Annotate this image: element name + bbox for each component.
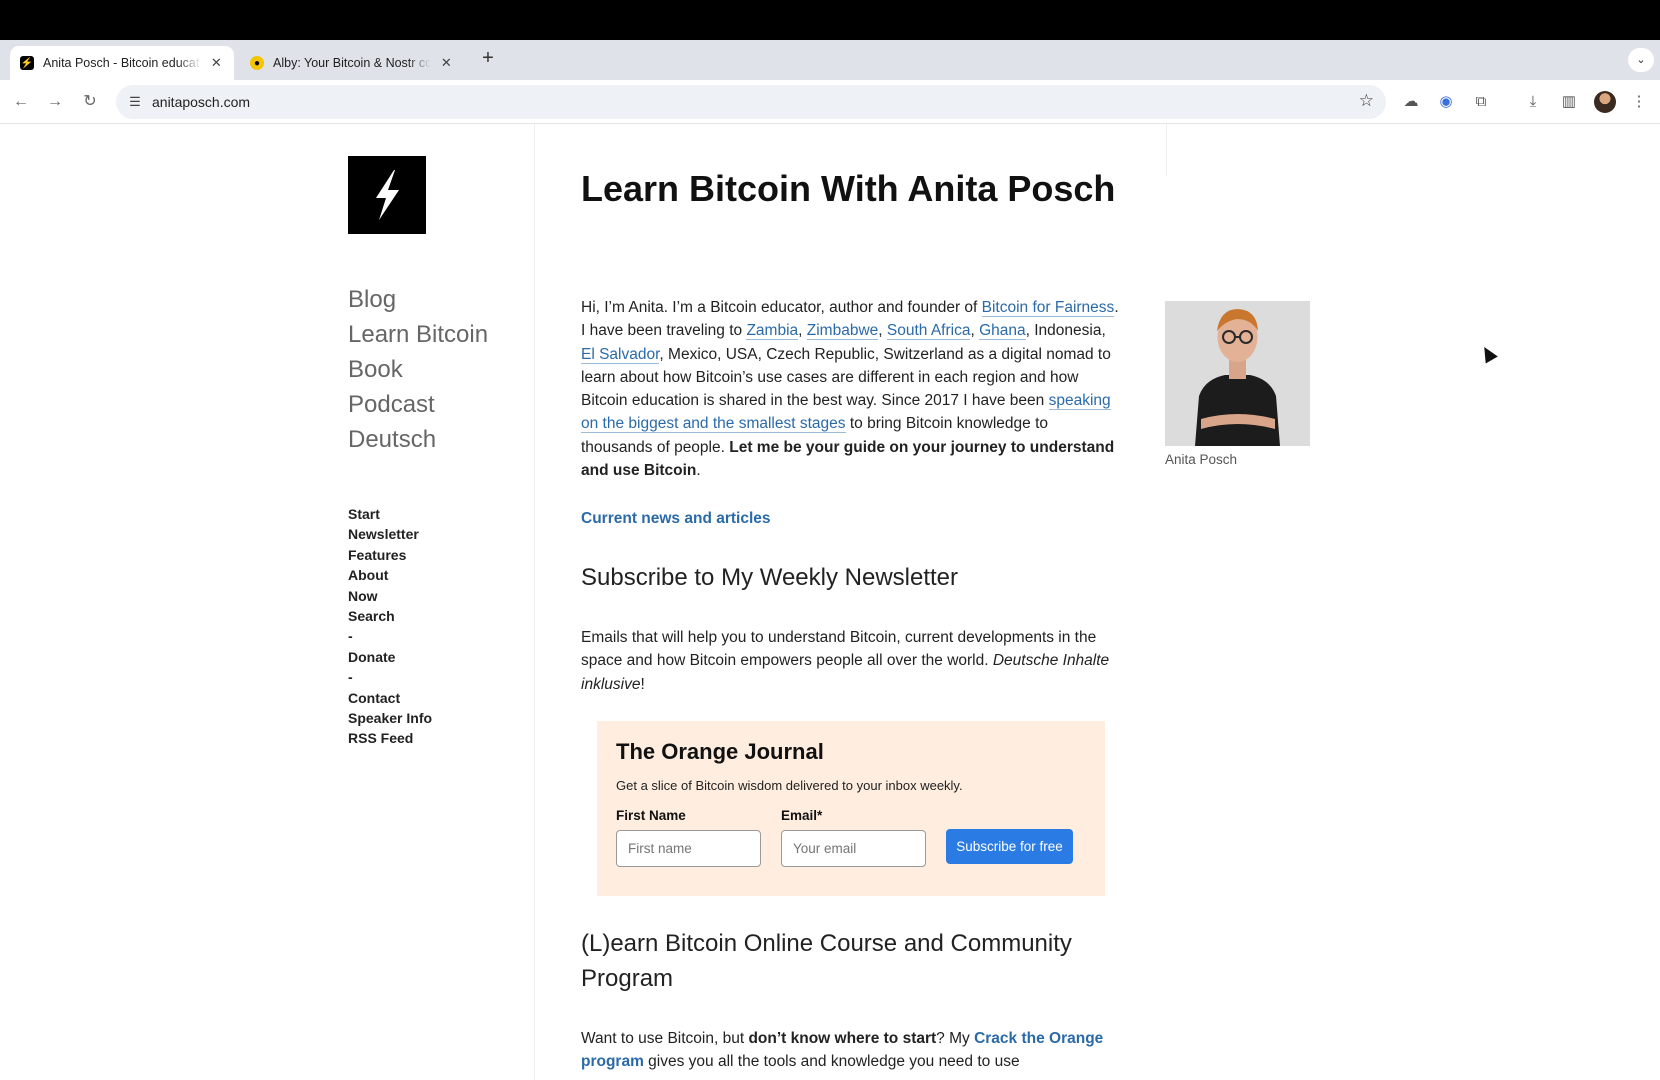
- close-tab-icon[interactable]: ✕: [209, 55, 224, 71]
- nav-start[interactable]: Start: [348, 504, 432, 524]
- newsletter-paragraph: Emails that will help you to understand …: [581, 626, 1121, 696]
- lightning-favicon-icon: ⚡: [20, 56, 34, 70]
- nav-rss-feed[interactable]: RSS Feed: [348, 728, 432, 748]
- text: ,: [878, 322, 887, 340]
- text: Want to use Bitcoin, but: [581, 1030, 749, 1047]
- address-bar[interactable]: ☰ anitaposch.com ☆: [116, 85, 1386, 119]
- tab-search-button[interactable]: ⌄: [1628, 48, 1654, 72]
- form-title: The Orange Journal: [616, 739, 824, 764]
- forward-button[interactable]: →: [43, 90, 67, 114]
- text: , Mexico, USA, Czech Republic, Switzerla…: [581, 345, 1111, 410]
- site-logo[interactable]: [348, 156, 426, 234]
- text: !: [640, 675, 645, 693]
- nav-features[interactable]: Features: [348, 545, 432, 565]
- lightning-bolt-icon: [376, 170, 399, 220]
- column-divider: [1166, 124, 1167, 176]
- course-paragraph: Want to use Bitcoin, but don’t know wher…: [581, 1027, 1121, 1074]
- text: Hi, I’m Anita. I’m a Bitcoin educator, a…: [581, 299, 982, 316]
- browser-toolbar: ← → ↻ ☰ anitaposch.com ☆ ☁ ◉ ⧉ ⤓ ▥ ⋮: [0, 80, 1660, 124]
- nav-speaker-info[interactable]: Speaker Info: [348, 708, 432, 728]
- nav-separator: -: [348, 669, 353, 686]
- link-el-salvador[interactable]: El Salvador: [581, 345, 660, 364]
- link-zambia[interactable]: Zambia: [746, 322, 799, 341]
- newsletter-form: The Orange Journal Get a slice of Bitcoi…: [597, 721, 1105, 896]
- bookmark-star-icon[interactable]: ☆: [1359, 91, 1374, 111]
- email-field[interactable]: [781, 830, 926, 867]
- extensions-puzzle-icon[interactable]: ⧉: [1470, 91, 1492, 113]
- column-divider: [534, 124, 535, 1080]
- intro-paragraph: Hi, I’m Anita. I’m a Bitcoin educator, a…: [581, 296, 1121, 482]
- newsletter-heading: Subscribe to My Weekly Newsletter: [581, 564, 959, 591]
- nav-learn-bitcoin[interactable]: Learn Bitcoin: [348, 317, 488, 352]
- reload-button[interactable]: ↻: [78, 90, 102, 114]
- web-page: Blog Learn Bitcoin Book Podcast Deutsch …: [0, 124, 1660, 1080]
- first-name-label: First Name: [616, 808, 686, 823]
- os-menu-bar: [0, 0, 1660, 40]
- nav-podcast[interactable]: Podcast: [348, 387, 488, 422]
- tab-strip: ⚡ Anita Posch - Bitcoin educat ✕ ● Alby:…: [0, 40, 1660, 80]
- tab-alby[interactable]: ● Alby: Your Bitcoin & Nostr co ✕: [240, 46, 464, 80]
- alby-extension-icon[interactable]: ◉: [1435, 91, 1457, 113]
- secondary-navigation: Start Newsletter Features About Now Sear…: [348, 504, 432, 749]
- nav-donate[interactable]: Donate: [348, 647, 432, 667]
- first-name-field[interactable]: [616, 830, 761, 867]
- nav-about[interactable]: About: [348, 565, 432, 585]
- course-heading: (L)earn Bitcoin Online Course and Commun…: [581, 930, 1072, 992]
- email-label: Email*: [781, 808, 823, 823]
- portrait-photo: [1165, 301, 1310, 446]
- nav-book[interactable]: Book: [348, 352, 488, 387]
- portrait-image: [1165, 301, 1310, 446]
- tab-title: Anita Posch - Bitcoin educat: [43, 56, 200, 70]
- nav-separator: -: [348, 628, 353, 645]
- text: ? My: [936, 1030, 975, 1047]
- new-tab-button[interactable]: +: [478, 48, 498, 70]
- side-panel-icon[interactable]: ▥: [1558, 91, 1580, 113]
- tab-title: Alby: Your Bitcoin & Nostr co: [273, 56, 431, 70]
- nav-search[interactable]: Search: [348, 606, 432, 626]
- text: gives you all the tools and knowledge yo…: [643, 1053, 1020, 1071]
- link-ghana[interactable]: Ghana: [979, 322, 1026, 341]
- nav-blog[interactable]: Blog: [348, 282, 488, 317]
- nav-newsletter[interactable]: Newsletter: [348, 524, 432, 544]
- nav-deutsch[interactable]: Deutsch: [348, 422, 488, 457]
- text: ,: [970, 322, 980, 340]
- tab-anita-posch[interactable]: ⚡ Anita Posch - Bitcoin educat ✕: [10, 46, 234, 80]
- close-tab-icon[interactable]: ✕: [439, 55, 454, 71]
- url-text[interactable]: anitaposch.com: [152, 94, 250, 110]
- link-south-africa[interactable]: South Africa: [886, 322, 971, 341]
- link-current-news[interactable]: Current news and articles: [581, 510, 771, 527]
- nav-now[interactable]: Now: [348, 586, 432, 606]
- news-paragraph: Current news and articles: [581, 507, 1121, 530]
- page-title: Learn Bitcoin With Anita Posch: [581, 168, 1116, 209]
- alby-favicon-icon: ●: [250, 56, 264, 70]
- profile-avatar[interactable]: [1594, 91, 1616, 113]
- subscribe-button[interactable]: Subscribe for free: [946, 829, 1073, 864]
- link-bitcoin-for-fairness[interactable]: Bitcoin for Fairness: [981, 299, 1115, 317]
- text: .: [696, 462, 701, 480]
- photo-caption: Anita Posch: [1165, 452, 1238, 467]
- more-menu-icon[interactable]: ⋮: [1628, 91, 1650, 113]
- site-settings-icon[interactable]: ☰: [126, 93, 144, 111]
- link-zimbabwe[interactable]: Zimbabwe: [806, 322, 879, 341]
- cloud-icon[interactable]: ☁: [1400, 91, 1422, 113]
- main-navigation: Blog Learn Bitcoin Book Podcast Deutsch: [348, 282, 488, 457]
- text: , Indonesia,: [1025, 322, 1106, 340]
- text: ,: [798, 322, 807, 340]
- nav-contact[interactable]: Contact: [348, 688, 432, 708]
- emphasis-text: don’t know where to start: [748, 1030, 937, 1047]
- back-button[interactable]: ←: [9, 90, 33, 114]
- form-description: Get a slice of Bitcoin wisdom delivered …: [616, 778, 963, 793]
- download-icon[interactable]: ⤓: [1522, 91, 1544, 113]
